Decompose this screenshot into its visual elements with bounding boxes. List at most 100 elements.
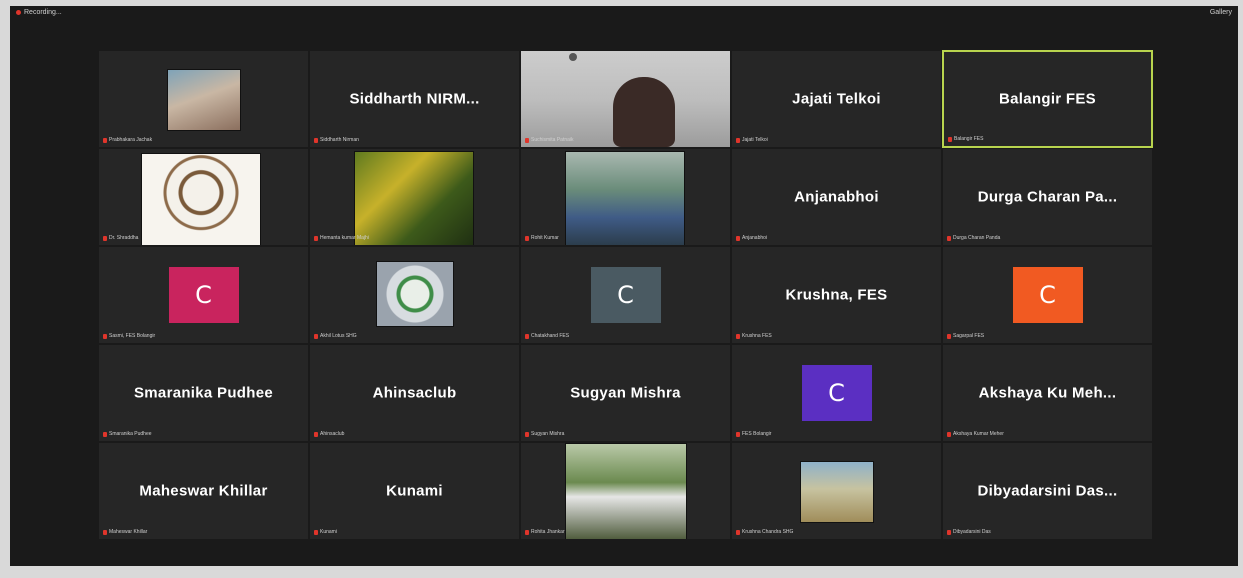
- muted-mic-icon: [525, 431, 529, 437]
- participant-name-label: Akshaya Kumar Meher: [947, 431, 1004, 437]
- participant-display-name: Krushna, FES: [785, 286, 888, 304]
- participant-tile[interactable]: C Sagarpal FES: [942, 246, 1153, 344]
- participant-label-text: Anjanabhoi: [742, 235, 768, 241]
- muted-mic-icon: [103, 431, 107, 437]
- participant-label-text: Dr. Shraddha: [109, 235, 139, 241]
- participant-video: [521, 51, 730, 147]
- participant-avatar: C: [590, 267, 661, 323]
- meeting-topbar: Recording... Gallery: [10, 6, 1238, 22]
- participant-tile[interactable]: C Sasmi, FES Bolangir: [98, 246, 309, 344]
- participant-name-label: Suchismita Patnaik: [525, 137, 574, 143]
- meeting-window: Recording... Gallery Prabhakara Jachak Si…: [10, 6, 1238, 566]
- participant-label-text: Rohit Kumar: [531, 235, 559, 241]
- muted-mic-icon: [736, 431, 740, 437]
- muted-mic-icon: [947, 431, 951, 437]
- participant-tile[interactable]: Siddharth NIRM... Siddharth Nirman: [309, 50, 520, 148]
- participant-display-name: Kunami: [386, 482, 443, 500]
- participant-name-label: Krushna Chandra SHG: [736, 529, 793, 535]
- participant-name-label: Krushna FES: [736, 333, 772, 339]
- participant-tile[interactable]: Sugyan Mishra Sugyan Mishra: [520, 344, 731, 442]
- participant-name-label: Sagarpal FES: [947, 333, 984, 339]
- participant-name-label: Prabhakara Jachak: [103, 137, 152, 143]
- participant-display-name: Akshaya Ku Meh...: [978, 384, 1117, 402]
- recording-indicator[interactable]: Recording...: [16, 9, 62, 16]
- muted-mic-icon: [948, 136, 952, 142]
- participant-display-name: Siddharth NIRM...: [349, 90, 480, 108]
- muted-mic-icon: [736, 529, 740, 535]
- participant-tile[interactable]: Prabhakara Jachak: [98, 50, 309, 148]
- participant-display-name: Sugyan Mishra: [570, 384, 681, 402]
- participant-label-text: FES Bolangir: [742, 431, 772, 437]
- participant-photo: [141, 153, 261, 245]
- participant-tile[interactable]: Rohita Jhankar: [520, 442, 731, 540]
- participant-avatar: C: [168, 267, 239, 323]
- participant-photo: [376, 261, 454, 327]
- participant-name-label: Rohit Kumar: [525, 235, 559, 241]
- participant-label-text: Siddharth Nirman: [320, 137, 359, 143]
- participant-tile[interactable]: Krushna Chandra SHG: [731, 442, 942, 540]
- participant-label-text: Chatakhand FES: [531, 333, 570, 339]
- participant-label-text: Sasmi, FES Bolangir: [109, 333, 156, 339]
- participant-tile[interactable]: Ahinsaclub Ahinsaclub: [309, 344, 520, 442]
- muted-mic-icon: [314, 137, 318, 143]
- participant-label-text: Krushna FES: [742, 333, 772, 339]
- recording-label: Recording...: [24, 9, 62, 16]
- participant-tile[interactable]: Akshaya Ku Meh... Akshaya Kumar Meher: [942, 344, 1153, 442]
- participant-label-text: Dibyadarsini Das: [953, 529, 991, 535]
- participant-avatar: C: [1012, 267, 1083, 323]
- participant-tile[interactable]: Durga Charan Pa... Durga Charan Panda: [942, 148, 1153, 246]
- participant-tile[interactable]: Smaranika Pudhee Smaranika Pudhee: [98, 344, 309, 442]
- muted-mic-icon: [947, 333, 951, 339]
- muted-mic-icon: [314, 431, 318, 437]
- muted-mic-icon: [103, 137, 107, 143]
- participant-name-label: Dr. Shraddha: [103, 235, 138, 241]
- participant-tile[interactable]: Dibyadarsini Das... Dibyadarsini Das: [942, 442, 1153, 540]
- participant-tile[interactable]: Suchismita Patnaik: [520, 50, 731, 148]
- participant-label-text: Durga Charan Panda: [953, 235, 1001, 241]
- muted-mic-icon: [947, 235, 951, 241]
- participant-label-text: Akshaya Kumar Meher: [953, 431, 1004, 437]
- muted-mic-icon: [314, 529, 318, 535]
- record-dot-icon: [16, 10, 21, 15]
- participant-label-text: Sugyan Mishra: [531, 431, 565, 437]
- participant-tile[interactable]: Dr. Shraddha: [98, 148, 309, 246]
- participant-label-text: Smaranika Pudhee: [109, 431, 152, 437]
- participant-label-text: Suchismita Patnaik: [531, 137, 574, 143]
- participant-name-label: Jajati Telkoi: [736, 137, 768, 143]
- participant-name-label: Anjanabhoi: [736, 235, 767, 241]
- participant-tile[interactable]: Anjanabhoi Anjanabhoi: [731, 148, 942, 246]
- participant-label-text: Kunami: [320, 529, 337, 535]
- participant-tile[interactable]: Hemanta kumar Majhi: [309, 148, 520, 246]
- participant-name-label: Siddharth Nirman: [314, 137, 359, 143]
- muted-mic-icon: [525, 333, 529, 339]
- participant-tile[interactable]: Krushna, FES Krushna FES: [731, 246, 942, 344]
- participant-display-name: Dibyadarsini Das...: [977, 482, 1118, 500]
- gallery-view-button[interactable]: Gallery: [1210, 9, 1232, 16]
- participant-label-text: Rohita Jhankar: [531, 529, 565, 535]
- participant-tile[interactable]: C Chatakhand FES: [520, 246, 731, 344]
- participant-label-text: Krushna Chandra SHG: [742, 529, 794, 535]
- participant-gallery: Prabhakara Jachak Siddharth NIRM... Siddha…: [98, 50, 1153, 540]
- muted-mic-icon: [736, 235, 740, 241]
- participant-tile[interactable]: Balangir FES Balangir FES: [942, 50, 1153, 148]
- participant-name-label: Smaranika Pudhee: [103, 431, 152, 437]
- participant-tile[interactable]: Maheswar Khillar Maheswar Khillar: [98, 442, 309, 540]
- participant-tile[interactable]: Rohit Kumar: [520, 148, 731, 246]
- participant-name-label: Ahinsaclub: [314, 431, 344, 437]
- participant-tile[interactable]: Jajati Telkoi Jajati Telkoi: [731, 50, 942, 148]
- participant-tile[interactable]: C FES Bolangir: [731, 344, 942, 442]
- muted-mic-icon: [525, 235, 529, 241]
- participant-display-name: Anjanabhoi: [794, 188, 879, 206]
- muted-mic-icon: [103, 529, 107, 535]
- participant-name-label: FES Bolangir: [736, 431, 771, 437]
- participant-name-label: Durga Charan Panda: [947, 235, 1000, 241]
- participant-label-text: Ahinsaclub: [320, 431, 345, 437]
- participant-tile[interactable]: Akhil Lotus SHG: [309, 246, 520, 344]
- participant-label-text: Balangir FES: [954, 136, 984, 142]
- participant-name-label: Chatakhand FES: [525, 333, 569, 339]
- participant-name-label: Balangir FES: [948, 136, 983, 142]
- muted-mic-icon: [314, 333, 318, 339]
- participant-display-name: Jajati Telkoi: [792, 90, 881, 108]
- participant-photo: [565, 443, 687, 539]
- participant-tile[interactable]: Kunami Kunami: [309, 442, 520, 540]
